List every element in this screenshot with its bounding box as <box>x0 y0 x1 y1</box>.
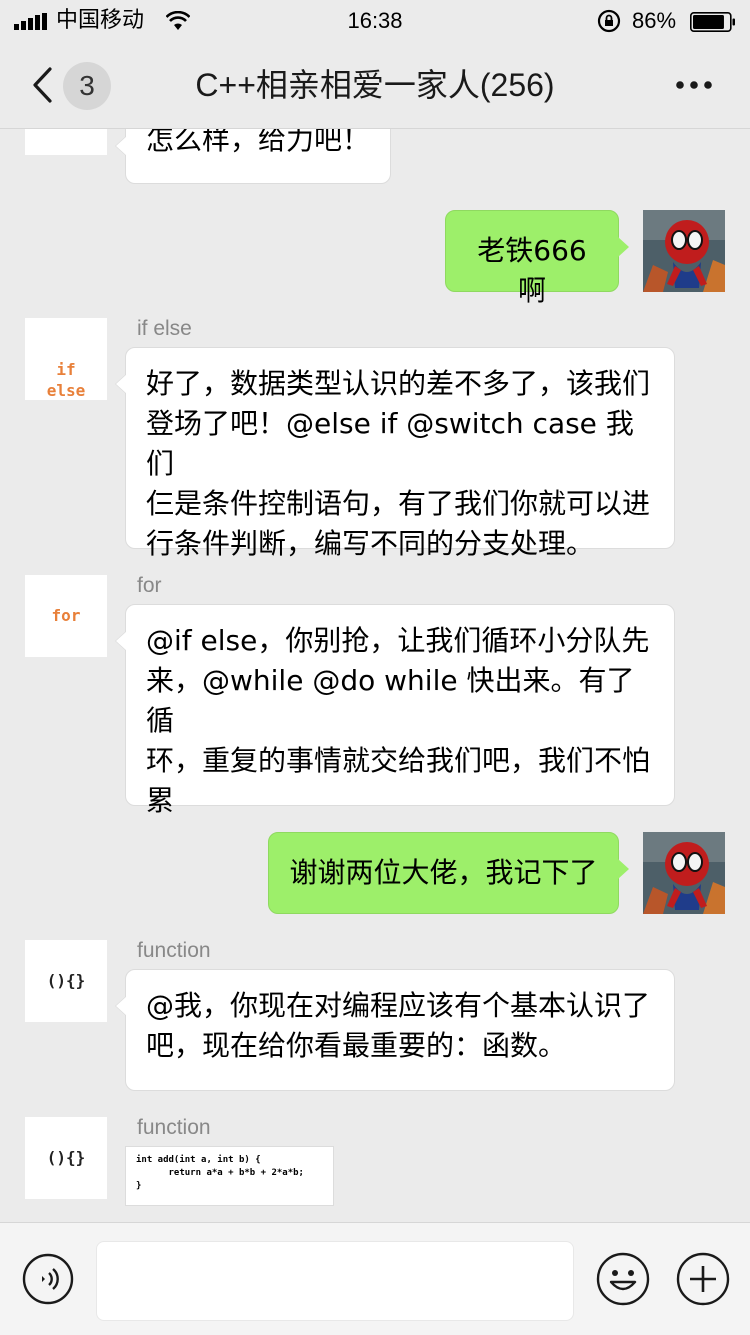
battery-icon <box>690 12 735 32</box>
sender-name: for <box>137 574 162 597</box>
sender-avatar-function[interactable]: (){} <box>25 940 107 1022</box>
voice-input-icon[interactable] <box>22 1253 74 1305</box>
sender-avatar-if-else[interactable]: if else <box>25 318 107 400</box>
emoji-icon[interactable] <box>596 1252 650 1306</box>
message-bubble[interactable]: 好了，数据类型认识的差不多了，该我们 登场了吧！@else if @switch… <box>115 347 675 560</box>
spiderman-avatar-icon <box>643 210 725 292</box>
add-attachment-icon[interactable] <box>676 1252 730 1306</box>
message-bubble[interactable]: 怎么样，给力吧！ <box>115 129 391 184</box>
sender-name: function <box>137 1116 211 1139</box>
input-toolbar <box>0 1222 750 1335</box>
avatar-label: (){} <box>46 971 86 990</box>
code-image-message[interactable]: int add(int a, int b) { return a*a + b*b… <box>125 1146 334 1206</box>
sender-avatar-braces[interactable]: {} <box>25 129 107 155</box>
message-input[interactable] <box>96 1241 574 1321</box>
message-bubble[interactable]: @我，你现在对编程应该有个基本认识了 吧，现在给你看最重要的：函数。 <box>115 969 675 1091</box>
my-avatar[interactable] <box>643 210 725 292</box>
my-avatar[interactable] <box>643 832 725 914</box>
avatar-label: (){} <box>46 1148 86 1167</box>
sender-name: function <box>137 939 211 962</box>
chat-header: 3 C++相亲相爱一家人(256) <box>0 42 750 129</box>
sent-message-bubble[interactable]: 谢谢两位大佬，我记下了 <box>268 832 629 914</box>
avatar-label: if else <box>46 360 86 400</box>
sender-avatar-for[interactable]: for <box>25 575 107 657</box>
avatar-label: for <box>51 606 81 625</box>
rotation-lock-icon <box>597 9 621 33</box>
back-arrow-icon[interactable] <box>30 66 54 104</box>
status-bar: 中国移动 16:38 86% <box>0 0 750 42</box>
unread-count-badge[interactable]: 3 <box>63 62 111 110</box>
chat-title: C++相亲相爱一家人(256) <box>195 67 555 103</box>
message-bubble[interactable]: @if else，你别抢，让我们循环小分队先 来，@while @do whil… <box>115 604 675 817</box>
spiderman-avatar-icon <box>643 832 725 914</box>
sender-avatar-function[interactable]: (){} <box>25 1117 107 1199</box>
message-list[interactable]: {} 怎么样，给力吧！ 老铁666啊 if else if else 好了，数据… <box>0 129 750 1222</box>
battery-percent: 86% <box>632 8 677 33</box>
more-options-icon[interactable] <box>672 72 716 98</box>
sent-message-bubble[interactable]: 老铁666啊 <box>445 210 629 307</box>
sender-name: if else <box>137 317 192 340</box>
